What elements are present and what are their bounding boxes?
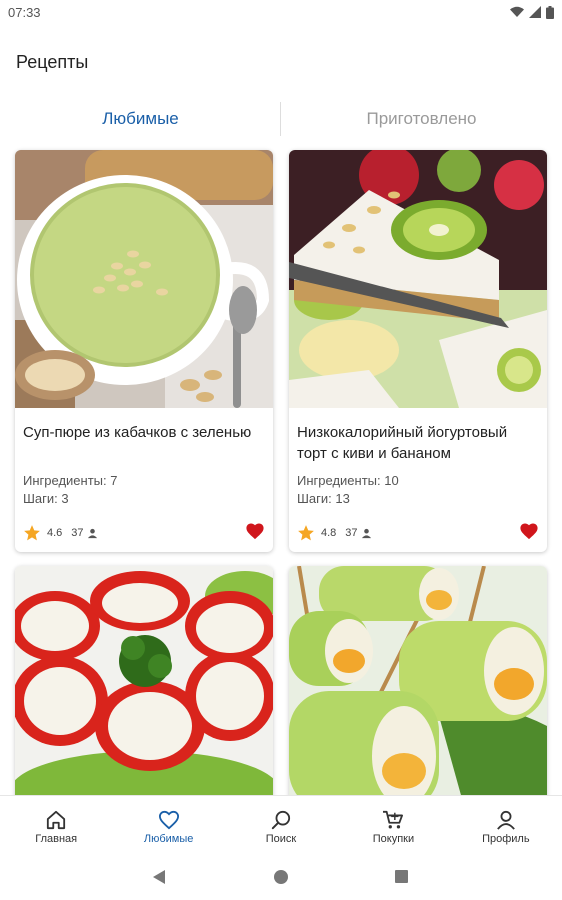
- heart-filled-icon: [520, 523, 538, 539]
- favorite-button[interactable]: [519, 522, 539, 545]
- recipe-image-kiwi-yogurt-cake: [289, 150, 547, 408]
- nav-shopping[interactable]: Покупки: [337, 796, 449, 857]
- status-icons: [510, 5, 554, 19]
- recipe-rating: 4.6: [47, 527, 63, 539]
- recipe-rating: 4.8: [321, 527, 337, 539]
- card-body: Суп-пюре из кабачков с зеленью Ингредиен…: [15, 408, 273, 552]
- back-triangle-icon: [153, 870, 165, 884]
- nav-label: Главная: [35, 833, 78, 845]
- card-footer: 4.8 37: [297, 522, 539, 544]
- recipe-title: Суп-пюре из кабачков с зеленью: [23, 424, 252, 441]
- person-small-icon: [361, 528, 371, 538]
- recipe-reviews-count: 37: [345, 527, 358, 539]
- recents-button[interactable]: [394, 869, 409, 889]
- recipe-card[interactable]: [15, 566, 273, 824]
- card-body: Низкокалорийный йогуртовый торт с киви и…: [289, 408, 547, 552]
- tab-bar: Любимые Приготовлено: [0, 100, 562, 138]
- nav-label: Покупки: [372, 833, 415, 845]
- recipe-reviews-count: 37: [71, 527, 84, 539]
- recipe-steps: Шаги: 3: [23, 491, 69, 506]
- wifi-icon: [510, 6, 524, 17]
- page-title: Рецепты: [16, 52, 89, 72]
- tab-cooked[interactable]: Приготовлено: [281, 100, 562, 138]
- heart-filled-icon: [246, 523, 264, 539]
- person-small-icon: [87, 528, 97, 538]
- heart-outline-icon: [158, 810, 179, 830]
- nav-favorites[interactable]: Любимые: [112, 796, 224, 857]
- system-navigation-bar: [0, 857, 562, 900]
- card-footer: 4.6 37: [23, 522, 265, 544]
- cart-icon: [383, 810, 404, 829]
- home-icon: [47, 810, 66, 830]
- status-time: 07:33: [8, 4, 41, 20]
- recipe-card[interactable]: [289, 566, 547, 824]
- back-button[interactable]: [152, 869, 166, 890]
- tab-divider: [280, 102, 281, 136]
- recipe-ingredients: Ингредиенты: 10: [297, 473, 399, 488]
- recipe-card[interactable]: Суп-пюре из кабачков с зеленью Ингредиен…: [15, 150, 273, 552]
- recipe-steps: Шаги: 13: [297, 491, 350, 506]
- bottom-navigation: Главная Любимые Поиск Покупки Профиль: [0, 795, 562, 857]
- favorite-button[interactable]: [245, 522, 265, 545]
- recipe-card[interactable]: Низкокалорийный йогуртовый торт с киви и…: [289, 150, 547, 552]
- recipe-ingredients: Ингредиенты: 7: [23, 473, 118, 488]
- recipe-title: Низкокалорийный йогуртовый торт с киви и…: [297, 424, 508, 462]
- recipe-image-stuffed-peppers: [15, 566, 273, 824]
- search-icon: [271, 810, 291, 830]
- status-bar: 07:33: [0, 0, 562, 24]
- recipe-image-zucchini-rolls: [289, 566, 547, 824]
- home-circle-icon: [274, 870, 288, 884]
- nav-label: Любимые: [143, 833, 194, 845]
- recipe-image-zucchini-soup: [15, 150, 273, 408]
- signal-icon: [529, 6, 541, 18]
- recents-square-icon: [395, 870, 408, 883]
- tab-favorites[interactable]: Любимые: [0, 100, 281, 138]
- home-system-button[interactable]: [273, 869, 289, 890]
- star-icon: [298, 525, 314, 541]
- star-icon: [24, 525, 40, 541]
- battery-icon: [546, 5, 554, 19]
- nav-search[interactable]: Поиск: [225, 796, 337, 857]
- nav-label: Поиск: [265, 833, 297, 845]
- nav-home[interactable]: Главная: [0, 796, 112, 857]
- person-icon: [496, 810, 515, 830]
- nav-profile[interactable]: Профиль: [450, 796, 562, 857]
- nav-label: Профиль: [482, 833, 530, 845]
